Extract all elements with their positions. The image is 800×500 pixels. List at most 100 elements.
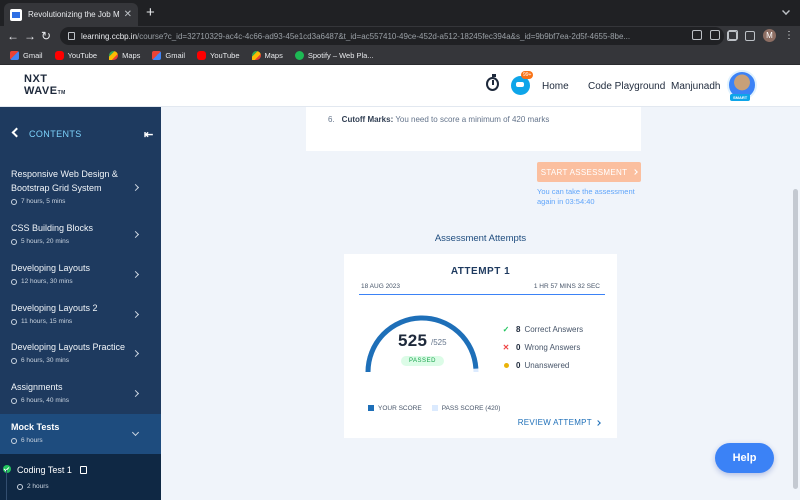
- progress-line: [6, 470, 7, 500]
- module-title: Mock Tests: [11, 422, 60, 432]
- attempt-duration: 1 HR 57 MINS 32 SEC: [533, 283, 600, 290]
- module-duration: 12 hours, 30 mins: [11, 278, 161, 285]
- help-button[interactable]: Help: [715, 443, 774, 473]
- sidebar-item-assignments[interactable]: Assignments 6 hours, 40 mins: [0, 380, 161, 414]
- bookmark-youtube[interactable]: YouTube: [54, 50, 98, 60]
- nxtwave-logo[interactable]: NXT WAVETM: [24, 74, 68, 98]
- module-time: 6 hours: [21, 437, 43, 444]
- module-title: Developing Layouts 2: [11, 303, 98, 313]
- sidebar-item-mock-tests[interactable]: Mock Tests 6 hours: [0, 414, 161, 454]
- wrong-answers-stat: ✕ 0 Wrong Answers: [502, 342, 581, 352]
- nav-code-playground-link[interactable]: Code Playground: [588, 81, 665, 92]
- completed-check-icon: [3, 465, 11, 473]
- stopwatch-icon[interactable]: [486, 74, 499, 91]
- bookmark-maps[interactable]: Maps: [109, 50, 141, 60]
- reload-icon[interactable]: ↻: [41, 29, 51, 43]
- instructions-card: 6. Cutoff Marks: You need to score a mini…: [306, 107, 641, 151]
- unanswered-label: Unanswered: [524, 361, 570, 370]
- browser-tab-bar: Revolutionizing the Job Market ✕ +: [0, 0, 800, 26]
- instruction-label: Cutoff Marks:: [341, 115, 394, 124]
- install-icon[interactable]: [692, 30, 702, 40]
- chevron-right-icon: [632, 169, 639, 175]
- start-assessment-button[interactable]: START ASSESSMENT: [537, 162, 641, 182]
- logo-wave: WAVE: [24, 85, 58, 97]
- attempt-heading: ATTEMPT 1: [450, 266, 511, 277]
- page-scrollbar-thumb[interactable]: [793, 189, 798, 489]
- spotify-icon: [294, 50, 304, 60]
- sidebar-item-developing-layouts-2[interactable]: Developing Layouts 2 11 hours, 15 mins: [0, 301, 161, 335]
- unanswered-stat: 0 Unanswered: [502, 361, 569, 370]
- sidebar-item-responsive-web-design[interactable]: Responsive Web Design & Bootstrap Grid S…: [0, 167, 161, 215]
- mock-tests-subitems: Coding Test 1 2 hours: [0, 454, 161, 500]
- module-duration: 6 hours: [11, 437, 161, 444]
- back-arrow-icon[interactable]: ←: [7, 29, 19, 43]
- share-icon[interactable]: [710, 30, 720, 40]
- user-name[interactable]: Manjunadh: [671, 81, 720, 92]
- bookmarks-bar: Gmail YouTube Maps Gmail YouTube Maps Sp…: [0, 46, 800, 65]
- legend-your-score: YOUR SCORE: [368, 405, 422, 412]
- chevron-right-icon: [595, 419, 601, 426]
- bookmark-label: Maps: [264, 50, 283, 60]
- module-time: 11 hours, 15 mins: [21, 318, 73, 325]
- review-attempt-link[interactable]: REVIEW ATTEMPT: [518, 418, 601, 427]
- bookmark-maps[interactable]: Maps: [251, 50, 283, 60]
- module-time: 12 hours, 30 mins: [21, 278, 73, 285]
- attempt-date: 18 AUG 2023: [361, 283, 401, 290]
- browser-tab[interactable]: Revolutionizing the Job Market ✕: [4, 3, 138, 26]
- youtube-icon: [54, 50, 64, 60]
- bookmark-label: YouTube: [210, 50, 240, 60]
- nav-home-link[interactable]: Home: [542, 81, 569, 92]
- chevron-right-icon: [131, 183, 140, 192]
- address-bar[interactable]: learning.ccbp.in/course?c_id=32710329-ac…: [60, 27, 724, 45]
- url-host: learning.ccbp.in: [81, 31, 138, 41]
- browser-menu-icon[interactable]: ⋮: [784, 30, 794, 41]
- unanswered-count: 0: [516, 361, 521, 370]
- tab-search-icon[interactable]: [782, 7, 790, 15]
- sidebar-item-developing-layouts-practice[interactable]: Developing Layouts Practice 6 hours, 30 …: [0, 340, 161, 374]
- sidebar-subitem-coding-test-1[interactable]: Coding Test 1 2 hours: [0, 460, 161, 490]
- clipboard-icon: [80, 466, 88, 474]
- instruction-number: 6.: [328, 115, 335, 124]
- module-title: CSS Building Blocks: [11, 223, 94, 233]
- tab-close-icon[interactable]: ✕: [124, 9, 132, 20]
- module-time: 6 hours, 30 mins: [21, 357, 70, 364]
- module-time: 7 hours, 5 mins: [21, 198, 66, 205]
- bookmark-youtube[interactable]: YouTube: [197, 50, 240, 60]
- clock-icon: [11, 318, 17, 325]
- extensions-icon[interactable]: [727, 30, 737, 41]
- logo-trademark: TM: [57, 90, 66, 96]
- bookmark-label: Maps: [122, 50, 141, 60]
- start-assessment-label: START ASSESSMENT: [540, 167, 628, 177]
- logo-line-1: NXT: [24, 73, 48, 85]
- side-panel-icon[interactable]: [745, 30, 755, 41]
- module-title: Assignments: [11, 382, 63, 392]
- bookmark-label: YouTube: [67, 50, 98, 60]
- url-text: learning.ccbp.in/course?c_id=32710329-ac…: [81, 32, 716, 41]
- maps-icon: [251, 50, 261, 60]
- bookmark-label: Spotify – Web Pla...: [307, 50, 374, 60]
- module-time: 6 hours, 40 mins: [21, 397, 70, 404]
- divider: [359, 294, 605, 295]
- instruction-text: You need to score a minimum of 420 marks: [395, 115, 550, 124]
- cross-icon: ✕: [502, 342, 510, 352]
- clock-icon: [11, 198, 17, 205]
- wrong-count: 0: [516, 343, 521, 352]
- back-chevron-icon[interactable]: [11, 127, 22, 138]
- checkmark-icon: ✓: [502, 324, 510, 334]
- collapse-sidebar-icon[interactable]: ⇤: [144, 128, 153, 141]
- retake-countdown-note: You can take the assessment again in 03:…: [537, 187, 635, 206]
- bookmark-spotify[interactable]: Spotify – Web Pla...: [294, 50, 374, 60]
- notification-badge: 99+: [521, 71, 534, 79]
- sidebar-item-css-building-blocks[interactable]: CSS Building Blocks 5 hours, 20 mins: [0, 221, 161, 255]
- sidebar-item-developing-layouts[interactable]: Developing Layouts 12 hours, 30 mins: [0, 261, 161, 295]
- profile-avatar[interactable]: M: [763, 29, 776, 42]
- bookmark-gmail[interactable]: Gmail: [10, 50, 43, 60]
- new-tab-button[interactable]: +: [146, 5, 155, 20]
- gmail-icon: [152, 50, 162, 60]
- clock-icon: [11, 397, 17, 404]
- legend-swatch: [368, 405, 374, 411]
- score-value: 525: [398, 331, 428, 350]
- youtube-icon: [197, 50, 207, 60]
- bookmark-gmail[interactable]: Gmail: [152, 50, 185, 60]
- forward-arrow-icon[interactable]: →: [24, 29, 36, 43]
